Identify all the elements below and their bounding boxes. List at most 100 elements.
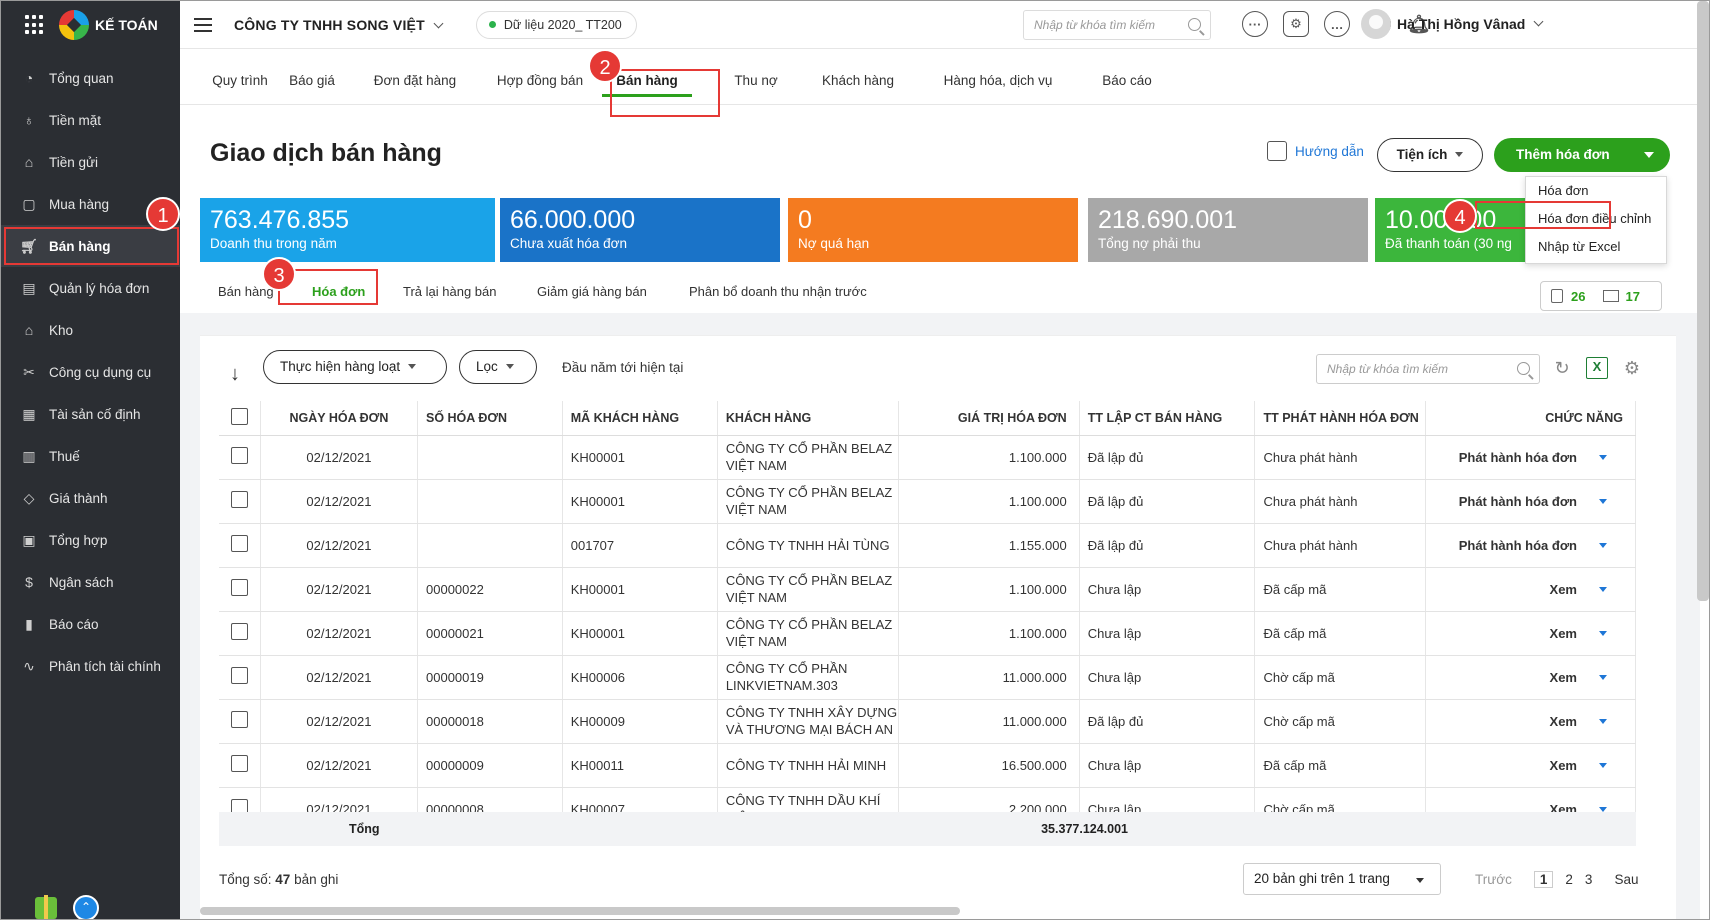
excel-icon[interactable]: X <box>1586 357 1608 379</box>
caret-down-icon[interactable] <box>1599 586 1607 592</box>
subtab-giam-gia[interactable]: Giảm giá hàng bán <box>537 284 647 299</box>
caret-down-icon[interactable] <box>1599 498 1607 504</box>
col-header-issue-status[interactable]: TT PHÁT HÀNH HÓA ĐƠN <box>1254 401 1427 436</box>
period-label[interactable]: Đầu năm tới hiện tại <box>562 360 683 375</box>
add-invoice-button[interactable]: Thêm hóa đơn <box>1494 138 1670 172</box>
subtab-hoa-don[interactable]: Hóa đơn <box>312 284 365 299</box>
subtab-tra-lai[interactable]: Trả lại hàng bán <box>403 284 496 299</box>
col-header-date[interactable]: NGÀY HÓA ĐƠN <box>260 401 419 436</box>
col-header-amount[interactable]: GIÁ TRỊ HÓA ĐƠN <box>898 401 1080 436</box>
sidebar-item-0[interactable]: ◔ Tổng quan <box>1 57 180 99</box>
utilities-button[interactable]: Tiện ích <box>1377 138 1483 172</box>
sidebar-item-12[interactable]: $ Ngân sách <box>1 561 180 603</box>
stat-card-overdue[interactable]: 0 Nợ quá hạn <box>788 198 1078 262</box>
row-action-link[interactable]: Phát hành hóa đơn <box>1459 538 1577 553</box>
horizontal-scrollbar[interactable] <box>200 907 960 915</box>
next-page-button[interactable]: Sau <box>1614 872 1638 887</box>
row-checkbox-cell[interactable] <box>219 435 261 480</box>
caret-down-icon[interactable] <box>1644 152 1654 158</box>
row-checkbox-cell[interactable] <box>219 611 261 656</box>
gear-icon[interactable]: ⚙ <box>1283 11 1309 37</box>
scroll-top-button[interactable]: ⌃ <box>73 895 99 919</box>
row-checkbox-cell[interactable] <box>219 699 261 744</box>
refresh-icon[interactable]: ↻ <box>1551 357 1573 379</box>
sidebar-item-1[interactable]: ♁ Tiền mặt <box>1 99 180 141</box>
sort-arrow-icon[interactable]: ↓ <box>230 363 240 386</box>
checkbox[interactable] <box>230 535 248 552</box>
tab-bao-cao[interactable]: Báo cáo <box>1088 57 1166 105</box>
checkbox[interactable] <box>230 447 248 464</box>
apps-grid-icon[interactable] <box>25 15 45 35</box>
table-row[interactable]: 02/12/2021 00000009 KH00011 CÔNG TY TNHH HẢ… <box>219 743 1636 788</box>
checkbox[interactable] <box>230 491 248 508</box>
col-header-customer-code[interactable]: MÃ KHÁCH HÀNG <box>562 401 718 436</box>
gift-icon[interactable] <box>35 895 57 919</box>
sidebar-item-10[interactable]: ◇ Giá thành <box>1 477 180 519</box>
tab-hang-hoa-dich-vu[interactable]: Hàng hóa, dịch vụ <box>928 57 1068 105</box>
menu-item-import-excel[interactable]: Nhập từ Excel <box>1526 233 1666 261</box>
row-action-link[interactable]: Phát hành hóa đơn <box>1459 494 1577 509</box>
cell-invoice-number[interactable] <box>417 523 563 568</box>
sidebar-item-7[interactable]: ✂ Công cụ dụng cụ <box>1 351 180 393</box>
cell-invoice-number[interactable]: 00000019 <box>417 655 563 700</box>
page-2-button[interactable]: 2 <box>1565 872 1573 887</box>
tab-khach-hang[interactable]: Khách hàng <box>808 57 908 105</box>
stat-card-receivable[interactable]: 218.690.001 Tổng nợ phải thu <box>1088 198 1368 262</box>
table-row[interactable]: 02/12/2021 001707 CÔNG TY TNHH HẢI TÙNG 1.1… <box>219 523 1636 568</box>
row-action-link[interactable]: Xem <box>1550 758 1577 773</box>
sidebar-item-2[interactable]: ⌂ Tiền gửi <box>1 141 180 183</box>
sidebar-item-9[interactable]: ▥ Thuế <box>1 435 180 477</box>
sidebar-item-13[interactable]: ▮ Báo cáo <box>1 603 180 645</box>
user-menu[interactable]: Hà Thị Hồng Vânad <box>1361 9 1544 39</box>
subtab-phan-bo[interactable]: Phân bổ doanh thu nhận trước <box>689 284 867 299</box>
page-1-button[interactable]: 1 <box>1533 871 1554 888</box>
sidebar-item-6[interactable]: ⌂ Kho <box>1 309 180 351</box>
row-action-link[interactable]: Xem <box>1550 582 1577 597</box>
cell-invoice-number[interactable]: 00000009 <box>417 743 563 788</box>
tab-hop-dong-ban[interactable]: Hợp đồng bán <box>482 57 598 105</box>
data-selector[interactable]: Dữ liệu 2020_ TT200 <box>475 10 637 39</box>
caret-down-icon[interactable] <box>1599 674 1607 680</box>
sidebar-item-5[interactable]: ▤ Quản lý hóa đơn <box>1 267 180 309</box>
row-checkbox-cell[interactable] <box>219 567 261 612</box>
stat-card-revenue[interactable]: 763.476.855 Doanh thu trong năm <box>200 198 495 262</box>
guide-link[interactable]: Hướng dẫn <box>1267 141 1364 161</box>
bulk-action-button[interactable]: Thực hiện hàng loạt <box>263 350 447 384</box>
gear-icon[interactable]: ⚙ <box>1621 357 1643 379</box>
message-counters[interactable]: 26 17 <box>1540 281 1662 311</box>
tab-don-dat-hang[interactable]: Đơn đặt hàng <box>360 57 470 105</box>
table-row[interactable]: 02/12/2021 KH00001 CÔNG TY CỔ PHẦN BELAZ V… <box>219 435 1636 480</box>
checkbox[interactable] <box>230 579 248 596</box>
caret-down-icon[interactable] <box>1599 762 1607 768</box>
caret-down-icon[interactable] <box>1599 630 1607 636</box>
prev-page-button[interactable]: Trước <box>1475 872 1512 887</box>
page-3-button[interactable]: 3 <box>1585 872 1593 887</box>
sidebar-item-11[interactable]: ▣ Tổng hợp <box>1 519 180 561</box>
row-checkbox-cell[interactable] <box>219 479 261 524</box>
row-action-link[interactable]: Xem <box>1550 670 1577 685</box>
sidebar-item-8[interactable]: ▦ Tài sản cố định <box>1 393 180 435</box>
vertical-scrollbar[interactable] <box>1697 1 1709 601</box>
caret-down-icon[interactable] <box>1599 806 1607 812</box>
subtab-ban-hang[interactable]: Bán hàng <box>218 284 274 299</box>
search-icon[interactable] <box>1517 362 1530 375</box>
table-search-input[interactable]: Nhập từ khóa tìm kiếm <box>1316 354 1540 384</box>
sidebar-item-14[interactable]: ∿ Phân tích tài chính <box>1 645 180 687</box>
row-action-link[interactable]: Xem <box>1550 626 1577 641</box>
select-all-checkbox[interactable] <box>219 401 261 436</box>
checkbox[interactable] <box>230 755 248 772</box>
cell-invoice-number[interactable] <box>417 479 563 524</box>
col-header-doc-status[interactable]: TT LẬP CT BÁN HÀNG <box>1079 401 1256 436</box>
search-icon[interactable] <box>1188 18 1201 31</box>
cell-invoice-number[interactable]: 00000021 <box>417 611 563 656</box>
company-selector[interactable]: CÔNG TY TNHH SONG VIỆT <box>234 17 444 33</box>
tab-quy-trinh[interactable]: Quy trình <box>192 57 288 105</box>
checkbox[interactable] <box>230 623 248 640</box>
caret-down-icon[interactable] <box>1599 542 1607 548</box>
row-checkbox-cell[interactable] <box>219 743 261 788</box>
menu-item-adjustment-invoice[interactable]: Hóa đơn điều chỉnh <box>1526 205 1666 233</box>
checkbox[interactable] <box>230 711 248 728</box>
menu-icon[interactable] <box>194 17 212 32</box>
table-row[interactable]: 02/12/2021 KH00001 CÔNG TY CỔ PHẦN BELAZ V… <box>219 479 1636 524</box>
cell-invoice-number[interactable]: 00000018 <box>417 699 563 744</box>
